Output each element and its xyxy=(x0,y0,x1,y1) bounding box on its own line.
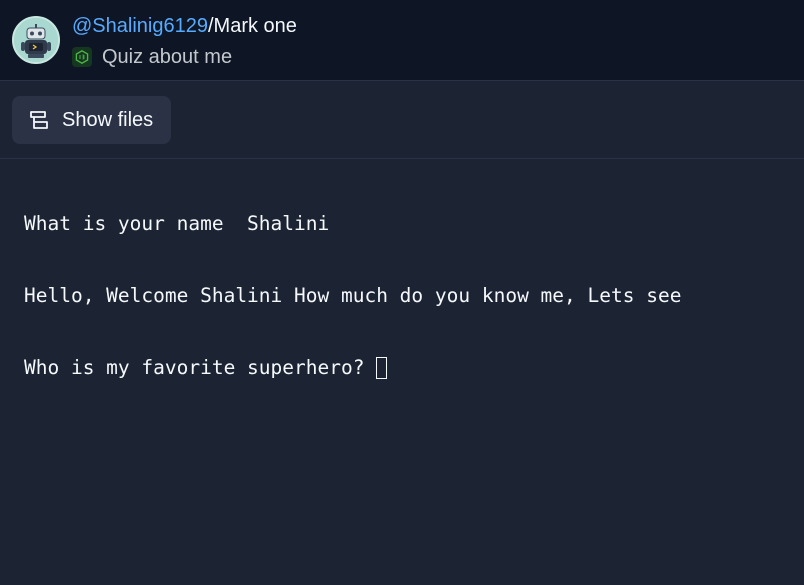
show-files-label: Show files xyxy=(62,108,154,131)
console-prompt-text: Who is my favorite superhero? xyxy=(24,356,377,379)
nodejs-icon xyxy=(72,47,92,67)
console-line: Hello, Welcome Shalini How much do you k… xyxy=(24,284,682,307)
console-output[interactable]: What is your name Shalini Hello, Welcome… xyxy=(0,159,804,585)
robot-avatar-icon[interactable] xyxy=(12,16,60,64)
repl-header: @Shalinig6129/Mark one Quiz about me xyxy=(0,0,804,81)
console-cursor[interactable] xyxy=(376,357,388,379)
owner-link[interactable]: @Shalinig6129 xyxy=(72,15,208,37)
repl-name[interactable]: Mark one xyxy=(214,15,297,37)
repl-title: @Shalinig6129/Mark one xyxy=(72,13,297,39)
repl-description: Quiz about me xyxy=(102,45,233,68)
show-files-button[interactable]: Show files xyxy=(12,96,171,144)
console-line: What is your name Shalini xyxy=(24,212,330,235)
console-line-prompt: Who is my favorite superhero? xyxy=(24,356,780,380)
repl-toolbar: Show files xyxy=(0,81,804,159)
repl-description-row: Quiz about me xyxy=(72,44,232,70)
files-stack-icon xyxy=(27,108,51,132)
